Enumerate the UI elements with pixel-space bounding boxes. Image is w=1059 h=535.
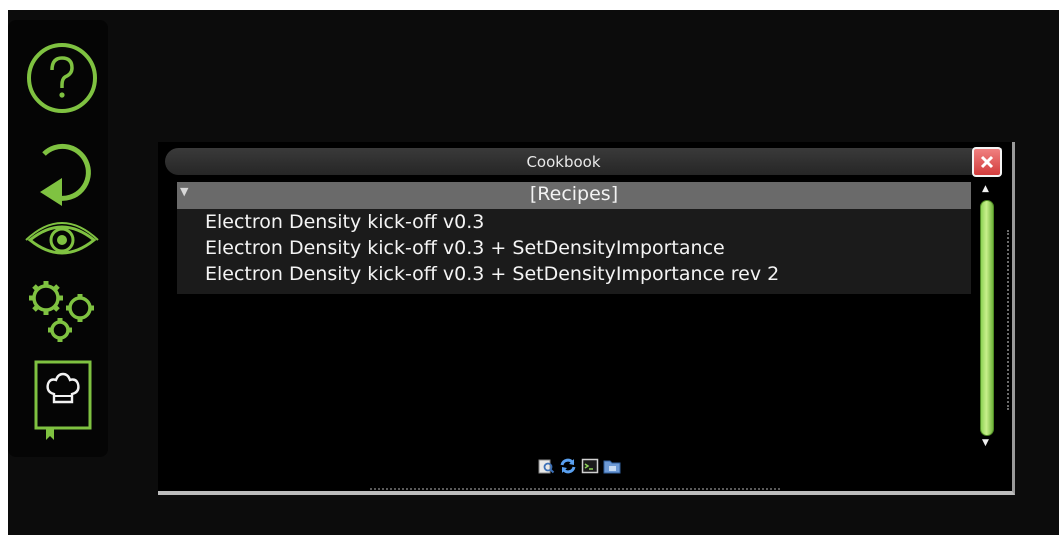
scroll-down-arrow[interactable]: ▼ xyxy=(982,438,989,448)
scrollbar-thumb[interactable] xyxy=(980,200,994,436)
window-title: Cookbook xyxy=(526,153,601,171)
tree-group-label: [Recipes] xyxy=(529,183,619,205)
refresh-icon[interactable] xyxy=(559,457,577,475)
tree-group-recipes[interactable]: ▼ [Recipes] xyxy=(177,182,971,209)
resize-grip-bottom[interactable] xyxy=(370,488,780,490)
recipe-tree: ▼ [Recipes] Electron Density kick-off v0… xyxy=(177,182,971,294)
magnify-icon[interactable] xyxy=(537,457,555,475)
resize-grip-right[interactable] xyxy=(1007,230,1011,410)
question-circle-icon[interactable] xyxy=(22,38,102,118)
eye-icon[interactable] xyxy=(22,216,102,264)
recipe-item[interactable]: Electron Density kick-off v0.3 + SetDens… xyxy=(205,262,779,286)
gears-icon[interactable] xyxy=(22,272,102,352)
folder-icon[interactable] xyxy=(603,457,621,475)
chef-hat-book-icon[interactable] xyxy=(22,358,102,448)
terminal-icon[interactable] xyxy=(581,457,599,475)
rewind-arrow-icon[interactable] xyxy=(22,132,102,212)
close-icon xyxy=(974,155,1000,169)
cookbook-window: Cookbook ▼ [Recipes] Electron Density ki… xyxy=(158,142,1015,495)
close-button[interactable] xyxy=(972,147,1002,177)
vertical-scrollbar[interactable]: ▲ ▼ xyxy=(978,184,998,452)
tool-sidebar xyxy=(8,20,108,457)
scroll-up-arrow[interactable]: ▲ xyxy=(982,184,989,194)
recipe-item[interactable]: Electron Density kick-off v0.3 xyxy=(205,210,484,234)
window-titlebar[interactable]: Cookbook xyxy=(165,148,1002,175)
recipe-item[interactable]: Electron Density kick-off v0.3 + SetDens… xyxy=(205,236,725,260)
